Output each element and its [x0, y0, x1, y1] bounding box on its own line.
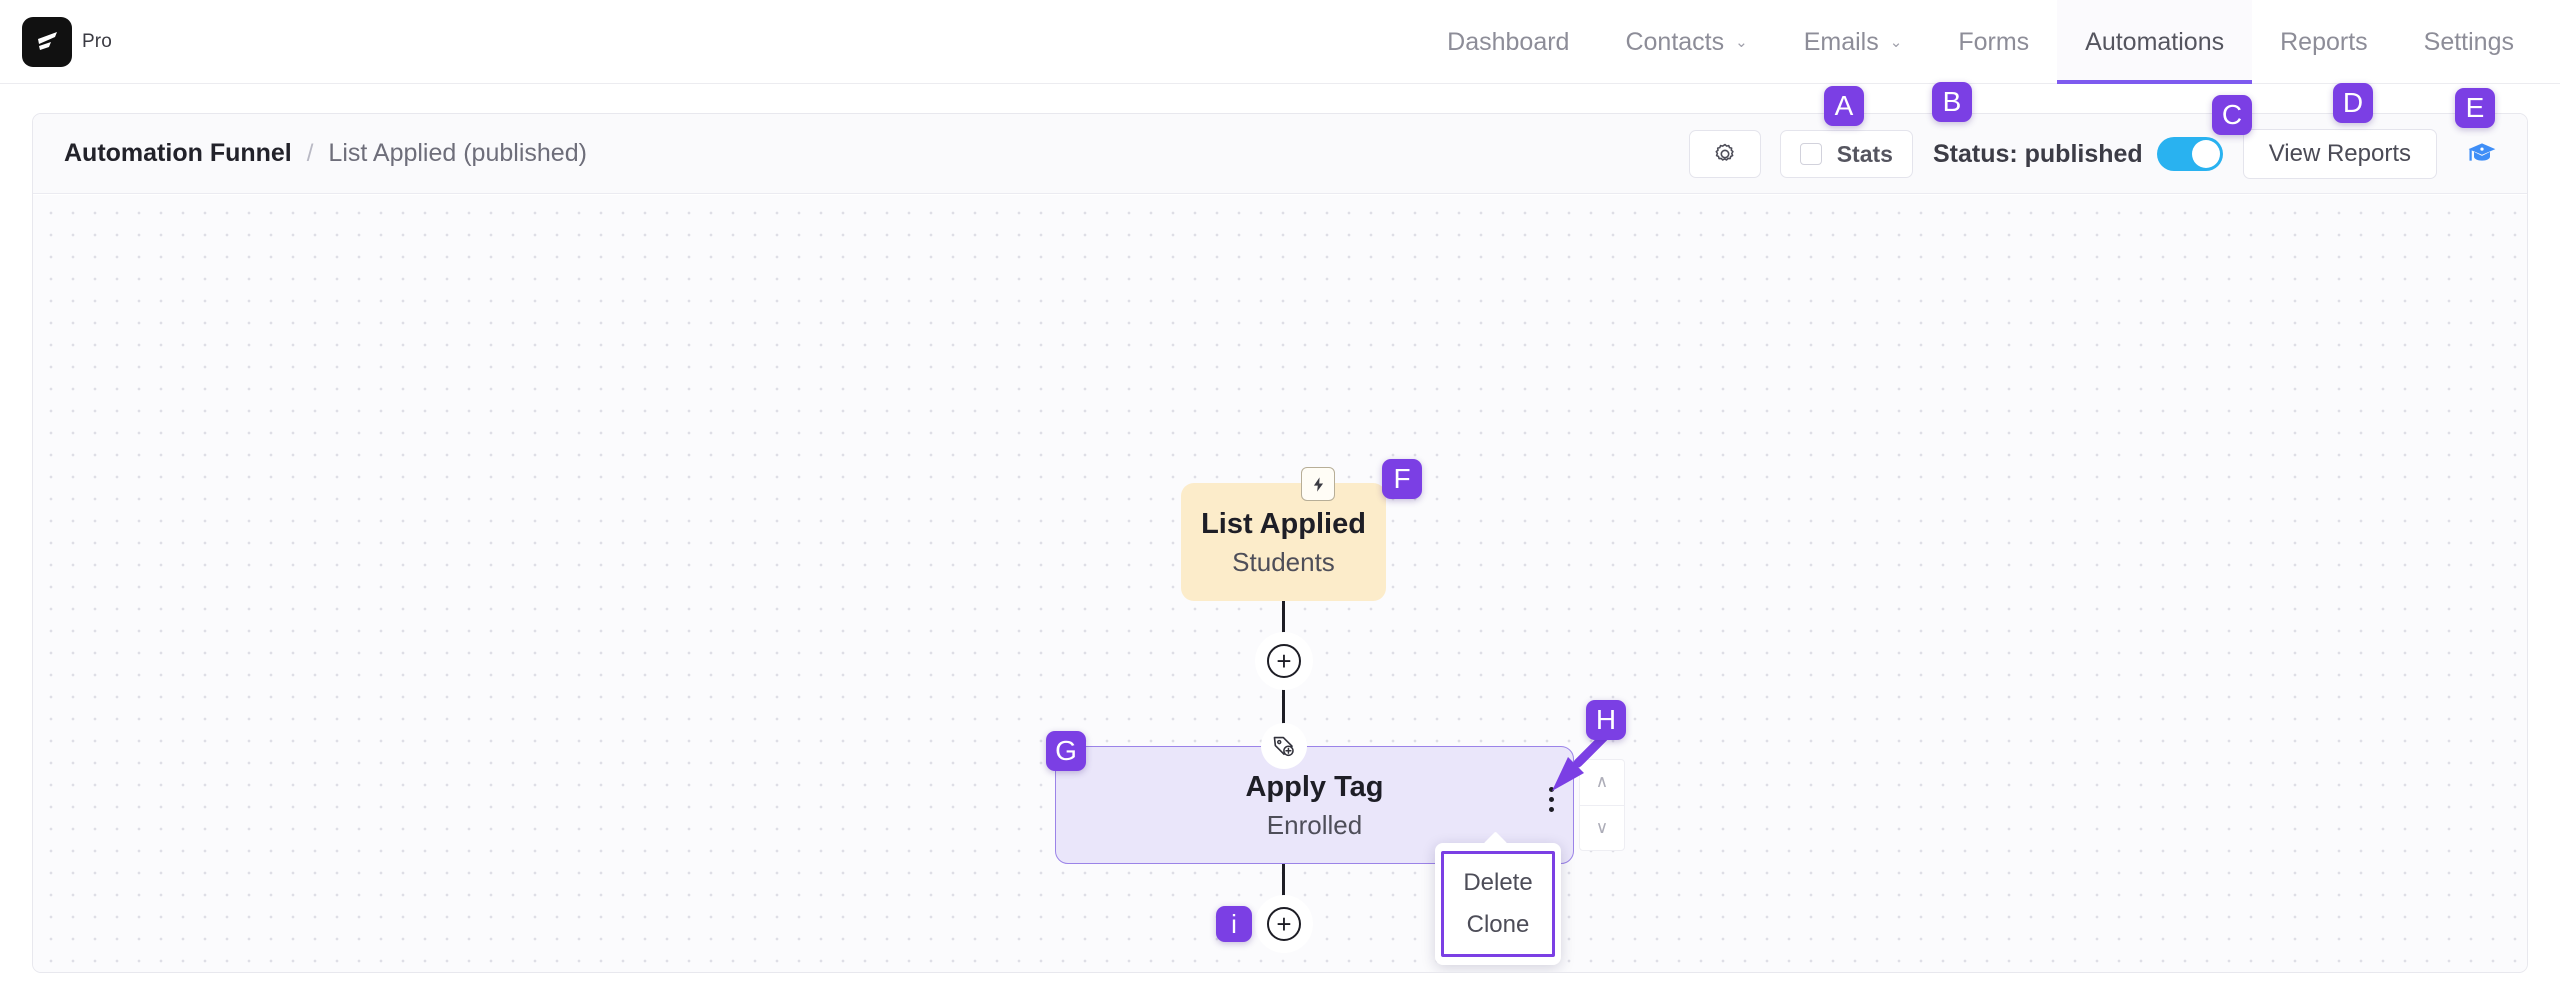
annotation-label: E: [2465, 92, 2485, 123]
annotation-badge-f: F: [1382, 459, 1422, 499]
annotation-badge-c: C: [2212, 95, 2252, 135]
nav-label: Settings: [2423, 27, 2514, 56]
brand-label: Pro: [82, 30, 112, 52]
plus-icon: +: [1276, 646, 1292, 676]
nav-item-reports[interactable]: Reports: [2252, 0, 2396, 84]
action-node-subtitle: Enrolled: [1266, 810, 1363, 841]
context-menu-items: Delete Clone: [1441, 851, 1555, 957]
automation-editor-card: Automation Funnel / List Applied (publis…: [32, 113, 2528, 973]
breadcrumb-root[interactable]: Automation Funnel: [64, 139, 292, 168]
annotation-badge-h: H: [1586, 700, 1626, 740]
view-reports-label: View Reports: [2268, 140, 2411, 167]
nav-label: Reports: [2280, 27, 2368, 56]
editor-toolbar: Automation Funnel / List Applied (publis…: [33, 114, 2527, 194]
nav-label: Forms: [1958, 27, 2030, 56]
annotation-label: G: [1055, 735, 1077, 766]
status-toggle[interactable]: [2156, 137, 2223, 171]
brand[interactable]: Pro: [22, 16, 112, 67]
nav-item-automations[interactable]: Automations: [2057, 0, 2253, 84]
swoosh-logo-icon: [22, 16, 72, 67]
action-node-title: Apply Tag: [1245, 770, 1384, 803]
context-menu-item-delete[interactable]: Delete: [1463, 869, 1532, 897]
annotation-label: H: [1595, 704, 1617, 735]
automation-canvas[interactable]: List Applied Students + Apply Tag Enroll…: [33, 195, 2527, 972]
nav-item-settings[interactable]: Settings: [2396, 0, 2560, 84]
plus-icon: +: [1276, 909, 1292, 939]
nav-label: Automations: [2085, 27, 2225, 56]
annotation-label: F: [1393, 463, 1411, 494]
annotation-badge-i: i: [1216, 906, 1252, 942]
annotation-label: A: [1834, 90, 1854, 121]
nav-label: Emails: [1803, 27, 1879, 56]
toolbar-actions: Stats Status: published View Reports: [1688, 114, 2505, 194]
add-step-lower[interactable]: +: [1267, 907, 1301, 941]
academy-button[interactable]: [2459, 131, 2505, 177]
top-navigation-bar: Pro Dashboard Contacts ⌄ Emails ⌄ Forms …: [0, 0, 2560, 84]
annotation-badge-a: A: [1824, 86, 1864, 126]
settings-gear-button[interactable]: [1688, 130, 1761, 178]
status-label: Status: published: [1932, 139, 2143, 168]
nav-label: Dashboard: [1447, 27, 1570, 56]
annotation-badge-d: D: [2333, 83, 2373, 123]
annotation-badge-g: G: [1046, 731, 1086, 771]
context-menu-item-clone[interactable]: Clone: [1467, 911, 1530, 939]
graduation-cap-icon: [2468, 143, 2496, 161]
stats-label: Stats: [1836, 140, 1893, 167]
tag-plus-icon: [1261, 723, 1307, 769]
annotation-label: i: [1231, 909, 1237, 939]
toggle-knob: [2191, 140, 2220, 168]
stats-checkbox[interactable]: [1799, 143, 1822, 165]
breadcrumb: Automation Funnel / List Applied (publis…: [64, 139, 587, 168]
annotation-badge-e: E: [2455, 88, 2495, 128]
breadcrumb-separator: /: [306, 140, 314, 167]
dot: [1549, 807, 1554, 812]
annotation-label: C: [2221, 99, 2243, 130]
stats-checkbox-button[interactable]: Stats: [1779, 130, 1913, 178]
move-down-button[interactable]: ∨: [1580, 806, 1624, 851]
annotation-label: D: [2342, 87, 2364, 118]
add-step-upper[interactable]: +: [1267, 644, 1301, 678]
view-reports-button[interactable]: View Reports: [2242, 129, 2437, 179]
node-context-menu: Delete Clone: [1435, 831, 1561, 965]
nav-menu: Dashboard Contacts ⌄ Emails ⌄ Forms Auto…: [1419, 0, 2560, 84]
nav-item-dashboard[interactable]: Dashboard: [1419, 0, 1597, 84]
lightning-bolt-icon: [1301, 467, 1335, 501]
nav-item-forms[interactable]: Forms: [1930, 0, 2057, 84]
chevron-down-icon: ⌄: [1889, 34, 1903, 51]
chevron-down-icon: ⌄: [1735, 34, 1748, 51]
nav-item-contacts[interactable]: Contacts ⌄: [1597, 0, 1775, 84]
trigger-node[interactable]: List Applied Students: [1181, 483, 1386, 601]
gear-icon: [1715, 143, 1734, 161]
trigger-node-subtitle: Students: [1232, 547, 1335, 578]
nav-item-emails[interactable]: Emails ⌄: [1776, 0, 1931, 84]
breadcrumb-current: List Applied (published): [328, 139, 587, 167]
annotation-label: B: [1942, 86, 1962, 117]
trigger-node-title: List Applied: [1201, 507, 1366, 540]
nav-label: Contacts: [1625, 27, 1725, 56]
annotation-badge-b: B: [1932, 82, 1972, 122]
